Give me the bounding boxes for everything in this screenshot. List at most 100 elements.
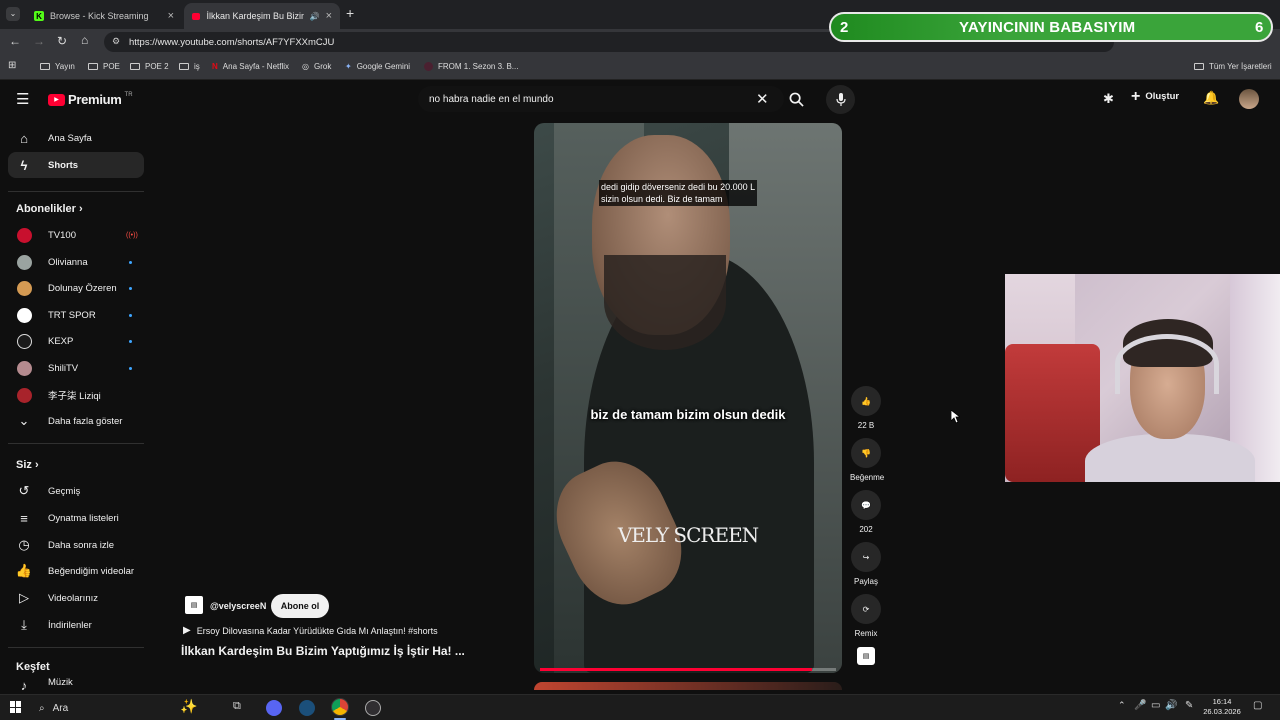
sidebar-item-your-videos[interactable]: ▷ Videolarınız xyxy=(8,585,144,611)
clock-time: 16:14 xyxy=(1212,697,1232,706)
channel-avatar[interactable]: ▤ xyxy=(185,596,203,614)
sidebar-item-music[interactable]: ♪ Müzik xyxy=(8,677,144,691)
next-short-preview[interactable] xyxy=(534,682,842,690)
new-content-dot xyxy=(129,287,132,290)
sidebar-channel-liziqi[interactable]: 李子柒 Liziqi xyxy=(8,382,144,408)
search-button[interactable] xyxy=(784,86,808,112)
chevron-right-icon: › xyxy=(34,459,39,471)
subscriptions-header[interactable]: Abonelikler › xyxy=(16,203,83,215)
windows-start-icon[interactable] xyxy=(10,701,22,713)
sidebar-channel-kexp[interactable]: KEXP xyxy=(8,328,144,354)
display-icon[interactable]: ▭ xyxy=(1151,700,1160,711)
thumbs-up-icon: 👍 xyxy=(15,563,33,578)
shorts-video-player[interactable]: dedi gidip döverseniz dedi bu 20.000 L s… xyxy=(534,123,842,673)
menu-icon[interactable]: ☰ xyxy=(16,90,29,108)
tab-kick[interactable]: K Browse - Kick Streaming × xyxy=(26,3,182,29)
bookmark-netflix[interactable]: N Ana Sayfa - Netflix xyxy=(212,62,289,71)
goal-title: YAYINCININ BABASIYIM xyxy=(959,19,1136,36)
tab-list-chevron-icon[interactable]: ⌄ xyxy=(6,7,20,21)
tab-label: İlkkan Kardeşim Bu Bizim Ya xyxy=(206,11,303,21)
volume-icon[interactable]: 🔊 xyxy=(1165,700,1177,711)
account-avatar[interactable] xyxy=(1239,89,1259,109)
live-icon: ((•)) xyxy=(126,231,138,239)
search-input[interactable]: no habra nadie en el mundo ✕ xyxy=(418,86,784,112)
dislike-button[interactable]: 👎 Beğenme xyxy=(850,438,884,482)
bookmark-grok[interactable]: ◎ Grok xyxy=(302,62,331,71)
channel-avatar xyxy=(16,360,32,376)
home-icon[interactable]: ⌂ xyxy=(81,33,88,47)
plus-icon: + xyxy=(1131,87,1141,105)
clear-search-icon[interactable]: ✕ xyxy=(756,90,769,108)
new-content-dot xyxy=(129,314,132,317)
close-icon[interactable]: × xyxy=(326,10,332,22)
bookmarks-bar: ⊞ Yayın POE POE 2 iş N Ana Sayfa - Netfli… xyxy=(0,55,1280,80)
sidebar-channel-shilitv[interactable]: ShiliTV xyxy=(8,355,144,381)
stream-goal-banner: 2 YAYINCININ BABASIYIM 6 xyxy=(829,12,1273,42)
close-icon[interactable]: × xyxy=(168,10,174,22)
bookmark-poe[interactable]: POE xyxy=(88,62,120,71)
discord-icon[interactable] xyxy=(266,700,282,716)
progress-track[interactable] xyxy=(540,668,836,671)
new-tab-button[interactable]: + xyxy=(346,5,354,21)
history-icon: ↺ xyxy=(18,483,30,498)
channel-handle[interactable]: @velyscreeN xyxy=(210,601,266,611)
share-button[interactable]: ↪ Paylaş xyxy=(850,542,882,586)
like-button[interactable]: 👍 22 B xyxy=(850,386,882,430)
bookmark-from[interactable]: FROM 1. Sezon 3. B... xyxy=(424,62,518,71)
sidebar-item-downloads[interactable]: ⤓ İndirilenler xyxy=(8,612,144,638)
microphone-icon[interactable]: 🎤 xyxy=(1134,700,1146,711)
home-icon: ⌂ xyxy=(20,130,28,146)
logo-text: Premium xyxy=(68,92,122,107)
sidebar-item-playlists[interactable]: ≡ Oynatma listeleri xyxy=(8,505,144,531)
chevron-up-icon[interactable]: ⌃ xyxy=(1118,700,1126,711)
bookmark-gemini[interactable]: ✦ Google Gemini xyxy=(345,62,410,71)
new-content-dot xyxy=(129,367,132,370)
thumbs-down-icon: 👎 xyxy=(851,438,881,468)
create-button[interactable]: + Oluştur xyxy=(1131,87,1179,105)
comments-button[interactable]: 💬 202 xyxy=(850,490,882,534)
notifications-bell-icon[interactable]: 🔔 xyxy=(1203,90,1219,106)
netflix-icon: N xyxy=(212,62,218,71)
speaker-icon[interactable]: 🔊 xyxy=(310,12,320,21)
youtube-logo[interactable]: ▶ Premium TR xyxy=(48,92,133,107)
task-view-icon[interactable]: ⧉ xyxy=(233,700,241,713)
chrome-icon[interactable] xyxy=(331,698,349,716)
sidebar-channel-tv100[interactable]: TV100 ((•)) xyxy=(8,222,144,248)
tab-label: Browse - Kick Streaming xyxy=(50,11,149,21)
all-bookmarks[interactable]: Tüm Yer İşaretleri xyxy=(1194,62,1272,71)
remix-button[interactable]: ⟳ Remix xyxy=(850,594,882,638)
steam-icon[interactable] xyxy=(299,700,315,716)
notification-icon[interactable]: ▢ xyxy=(1253,700,1262,711)
back-icon[interactable]: ← xyxy=(9,34,21,48)
sidebar-item-home[interactable]: ⌂ Ana Sayfa xyxy=(8,125,144,151)
sidebar-channel-olivianna[interactable]: Olivianna xyxy=(8,249,144,275)
bookmark-is[interactable]: iş xyxy=(179,62,200,71)
microphone-icon xyxy=(835,92,846,106)
site-icon xyxy=(424,62,433,71)
sound-thumbnail[interactable]: ▤ xyxy=(857,647,875,665)
playlist-line[interactable]: ▶ Ersoy Dilovasına Kadar Yürüdükte Gıda … xyxy=(183,625,438,636)
subscribe-button[interactable]: Abone ol xyxy=(271,594,329,618)
you-header[interactable]: Siz › xyxy=(16,459,39,471)
gemini-sparkle-icon[interactable]: ✱ xyxy=(1103,91,1114,107)
sidebar-item-shorts[interactable]: ϟ Shorts xyxy=(8,152,144,178)
sidebar-item-history[interactable]: ↺ Geçmiş xyxy=(8,478,144,504)
voice-search-button[interactable] xyxy=(826,85,855,114)
apps-grid-icon[interactable]: ⊞ xyxy=(8,60,16,71)
bookmark-poe2[interactable]: POE 2 xyxy=(130,62,169,71)
bookmark-yayin[interactable]: Yayın xyxy=(40,62,75,71)
reload-icon[interactable]: ↻ xyxy=(57,34,67,48)
sidebar-item-watch-later[interactable]: ◷ Daha sonra izle xyxy=(8,532,144,558)
site-info-icon[interactable]: ⚙ xyxy=(112,36,120,47)
tab-youtube[interactable]: İlkkan Kardeşim Bu Bizim Ya 🔊 × xyxy=(184,3,340,29)
sidebar-channel-trt-spor[interactable]: TRT SPOR xyxy=(8,302,144,328)
sidebar-item-liked[interactable]: 👍 Beğendiğim videolar xyxy=(8,558,144,584)
pen-icon[interactable]: ✎ xyxy=(1185,700,1193,711)
folder-icon xyxy=(179,63,189,70)
sidebar-show-more[interactable]: ⌄ Daha fazla göster xyxy=(8,408,144,434)
sidebar-channel-dolunay[interactable]: Dolunay Özeren xyxy=(8,275,144,301)
obs-icon[interactable] xyxy=(365,700,381,716)
clock[interactable]: 16:14 26.03.2026 xyxy=(1200,697,1244,717)
forward-icon[interactable]: → xyxy=(33,34,45,48)
music-note-icon: ♪ xyxy=(20,677,28,692)
